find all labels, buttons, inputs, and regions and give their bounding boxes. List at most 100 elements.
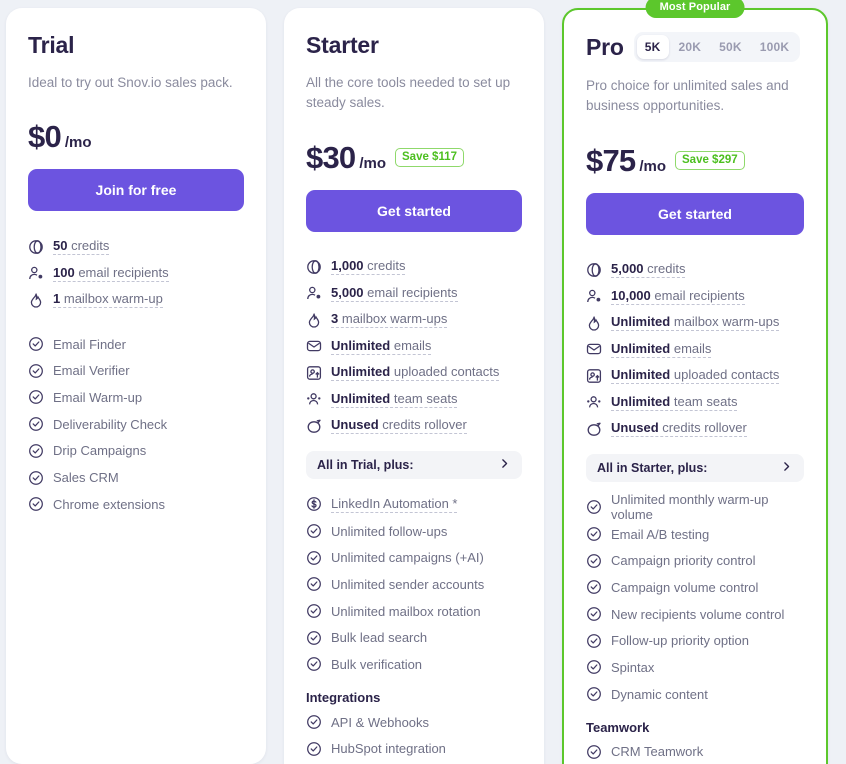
metric-value: 3 <box>331 311 339 327</box>
metric-text: Unlimited emails <box>611 341 712 358</box>
metric-text: 10,000 email recipients <box>611 288 745 305</box>
feature-label: Bulk verification <box>331 656 423 672</box>
tier-option-20k[interactable]: 20K <box>671 35 710 59</box>
check-icon <box>586 526 602 542</box>
metric-text: 100 email recipients <box>53 265 169 282</box>
accordion-label: All in Trial, plus: <box>317 458 414 472</box>
cta-button[interactable]: Get started <box>586 192 804 235</box>
check-icon <box>306 603 322 619</box>
pricing-card-trial: Trial Ideal to try out Snov.io sales pack… <box>6 8 266 764</box>
metric-label: email recipients <box>367 284 458 300</box>
feature-row: Chrome extensions <box>28 491 244 518</box>
plan-name: Trial <box>28 32 75 58</box>
check-icon <box>28 496 44 512</box>
feature-row: LinkedIn Automation * <box>306 491 522 518</box>
feature-label: Unlimited campaigns (+AI) <box>331 550 484 566</box>
pricing-card-pro: Most Popular Pro 5K 20K 50K 100K Pro choice fo… <box>562 0 828 764</box>
included-plans-accordion[interactable]: All in Starter, plus: <box>586 454 804 482</box>
metric-text: Unlimited uploaded contacts <box>611 367 780 385</box>
plan-name: Starter <box>306 32 379 58</box>
check-icon <box>586 606 602 622</box>
check-icon <box>306 576 322 592</box>
metric-row: Unused credits rollover <box>306 413 522 440</box>
credit-tier-selector[interactable]: 5K 20K 50K 100K <box>633 32 801 62</box>
feature-row: Unlimited mailbox rotation <box>306 598 522 625</box>
check-icon <box>306 523 322 539</box>
metric-text: 5,000 credits <box>611 261 686 279</box>
metric-row: 1,000 credits <box>306 254 522 281</box>
metric-text: 1,000 credits <box>331 258 406 276</box>
email-icon <box>306 338 322 354</box>
feature-label: Chrome extensions <box>53 496 165 512</box>
recipients-icon <box>586 288 602 304</box>
metric-row: Unlimited uploaded contacts <box>306 360 522 387</box>
metric-label: credits <box>71 238 110 253</box>
feature-label: Campaign priority control <box>611 553 756 569</box>
metric-value: 5,000 <box>331 284 364 300</box>
metric-row: Unlimited team seats <box>586 389 804 416</box>
metric-text: Unlimited emails <box>331 337 432 355</box>
metric-row: 3 mailbox warm-ups <box>306 307 522 334</box>
upload-contacts-icon <box>306 365 322 381</box>
metric-text: Unused credits rollover <box>331 417 467 435</box>
card-header: Pro 5K 20K 50K 100K <box>586 32 804 62</box>
feature-row: Unlimited campaigns (+AI) <box>306 544 522 571</box>
feature-row: New recipients volume control <box>586 601 804 628</box>
warmup-icon <box>28 292 44 308</box>
metric-value: 1,000 <box>331 258 364 274</box>
metric-value: 10,000 <box>611 287 651 303</box>
feature-row: Unlimited follow-ups <box>306 518 522 545</box>
metric-value: Unlimited <box>611 367 671 383</box>
metric-row: 5,000 email recipients <box>306 280 522 307</box>
feature-label: HubSpot integration <box>331 741 446 757</box>
plan-description: Ideal to try out Snov.io sales pack. <box>28 75 233 90</box>
cta-button[interactable]: Join for free <box>28 169 244 212</box>
rollover-icon <box>306 418 322 434</box>
feature-label: Unlimited follow-ups <box>331 523 448 539</box>
metric-text: Unlimited mailbox warm-ups <box>611 314 780 332</box>
check-icon <box>306 550 322 566</box>
metric-value: 5,000 <box>611 261 644 277</box>
tier-option-50k[interactable]: 50K <box>711 35 750 59</box>
metric-label: emails <box>393 337 432 353</box>
plan-description: Pro choice for unlimited sales and busin… <box>586 78 789 114</box>
feature-label: New recipients volume control <box>611 606 785 622</box>
plan-metrics: 1,000 credits 5,000 email recipients 3 mai… <box>306 254 522 440</box>
tier-option-5k[interactable]: 5K <box>636 35 669 59</box>
included-plans-accordion[interactable]: All in Trial, plus: <box>306 451 522 479</box>
metric-row: 1 mailbox warm-up <box>28 286 244 313</box>
feature-row: Campaign volume control <box>586 574 804 601</box>
metric-label: uploaded contacts <box>673 367 780 383</box>
check-icon <box>306 656 322 672</box>
feature-label: Unlimited monthly warm-up volume <box>611 492 769 523</box>
feature-label: Email A/B testing <box>611 526 710 542</box>
metric-value: Unlimited <box>611 314 671 330</box>
metric-value: Unlimited <box>331 364 391 380</box>
rollover-icon <box>586 421 602 437</box>
check-icon <box>28 443 44 459</box>
recipients-icon <box>28 265 44 281</box>
price-period: /mo <box>64 134 92 152</box>
check-icon <box>28 336 44 352</box>
team-icon <box>306 391 322 407</box>
price-period: /mo <box>359 154 386 172</box>
feature-group-title: Teamwork <box>586 719 650 735</box>
feature-label: Email Finder <box>53 336 126 352</box>
plan-name: Pro <box>586 33 624 60</box>
feature-row: Email Verifier <box>28 357 244 384</box>
metric-text: Unlimited team seats <box>611 394 738 411</box>
accordion-label: All in Starter, plus: <box>597 461 708 475</box>
feature-label: Email Verifier <box>53 363 130 379</box>
metric-row: 100 email recipients <box>28 260 244 287</box>
most-popular-badge: Most Popular <box>645 0 745 18</box>
feature-label: CRM Teamwork <box>611 744 704 760</box>
metric-row: Unlimited team seats <box>306 386 522 413</box>
metric-label: credits <box>367 258 406 274</box>
feature-label: Email Warm-up <box>53 389 143 405</box>
warmup-icon <box>306 312 322 328</box>
feature-label: Follow-up priority option <box>611 633 750 649</box>
feature-row: Spintax <box>586 654 804 681</box>
cta-button[interactable]: Get started <box>306 189 522 232</box>
recipients-icon <box>306 285 322 301</box>
tier-option-100k[interactable]: 100K <box>752 35 798 59</box>
